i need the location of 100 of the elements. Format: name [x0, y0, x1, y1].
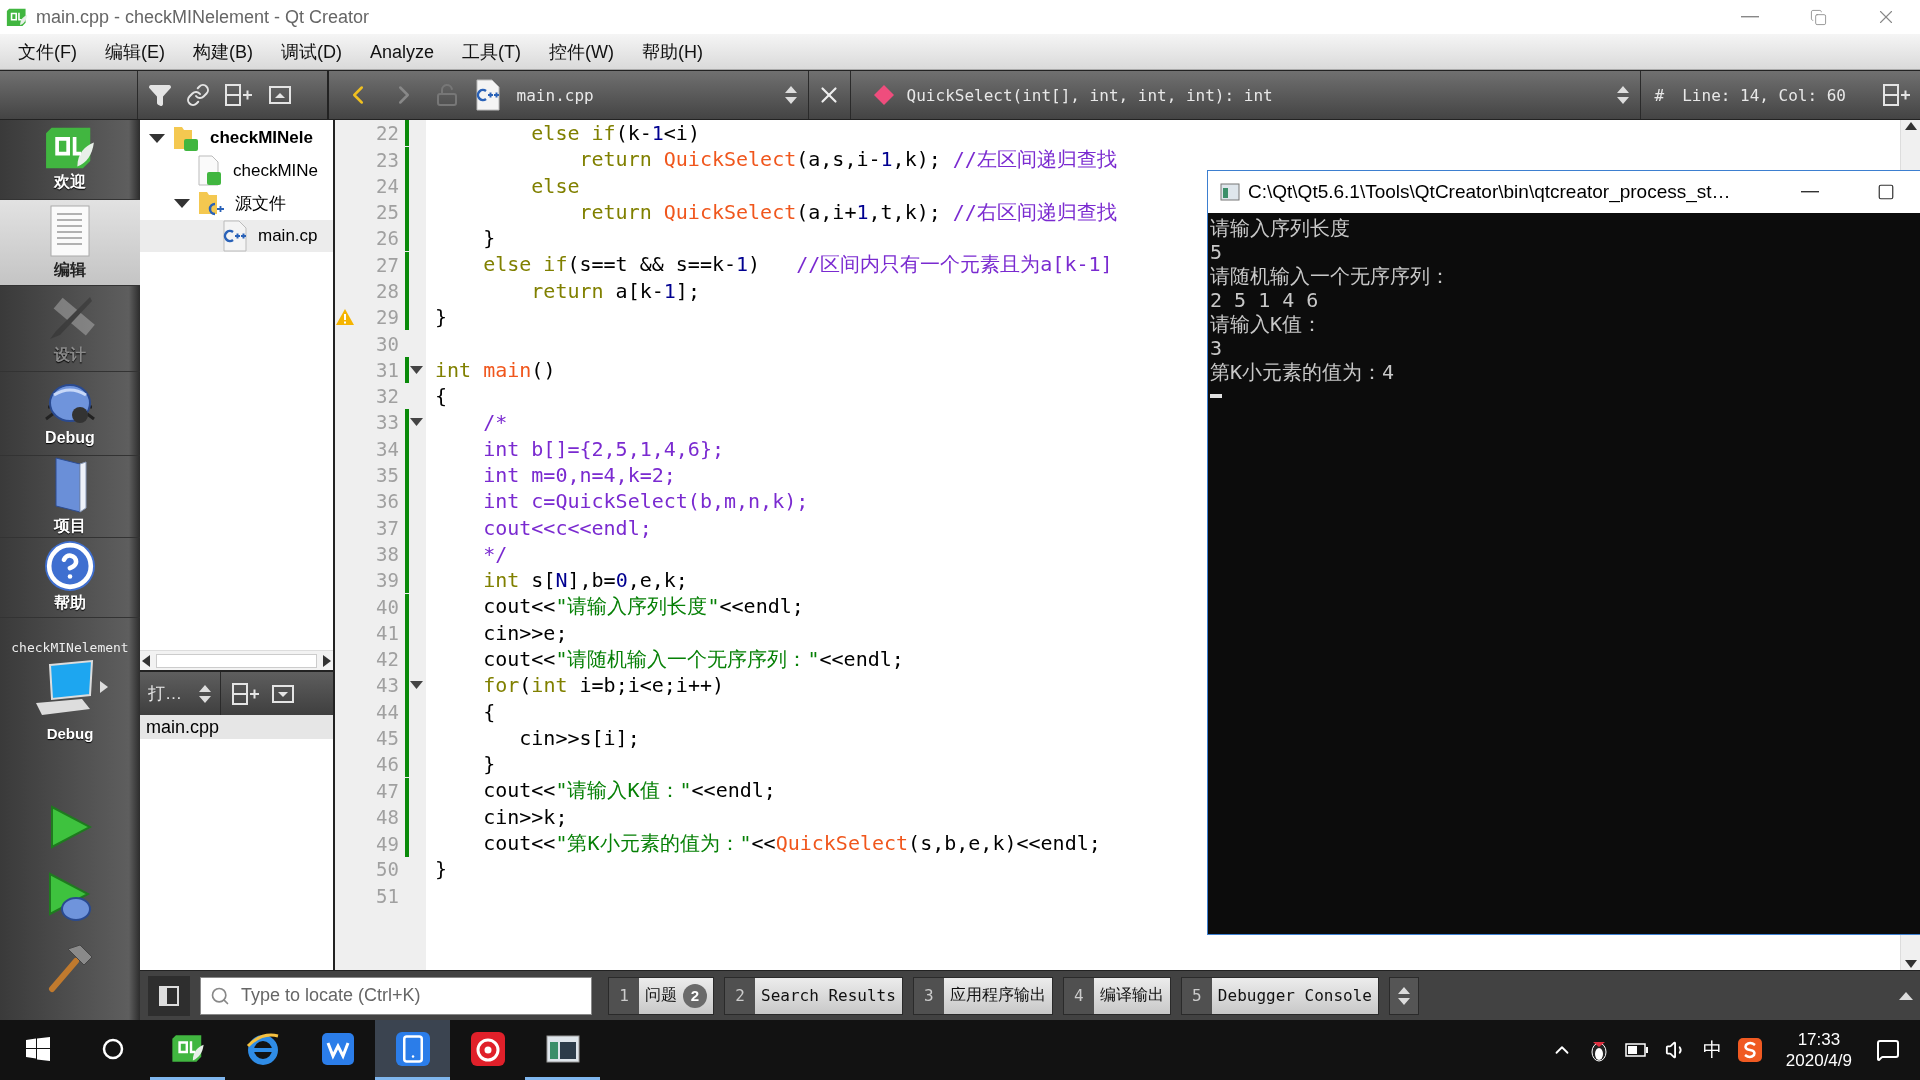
code-line: int b[]={2,5,1,4,6}; [482, 436, 724, 461]
split-icon[interactable] [1882, 83, 1912, 107]
mode-button[interactable]: 编辑 [0, 200, 140, 286]
code-line: int s[N],b=0,e,k; [482, 568, 688, 593]
split-icon[interactable] [231, 681, 261, 706]
line-number: 35 [375, 464, 399, 486]
sidebar-toggle-button[interactable] [148, 975, 190, 1016]
tree-item[interactable]: checkMINele [140, 122, 333, 155]
run-icon[interactable] [48, 804, 92, 850]
panel-icon[interactable] [268, 84, 293, 106]
collapse-arrow-icon[interactable] [148, 132, 166, 145]
code-line: else if(k-1<i) [530, 121, 700, 146]
code-line: } [435, 857, 448, 882]
tree-label: 源文件 [235, 192, 286, 215]
tree-item[interactable]: checkMINe [140, 154, 333, 187]
code-line: int c=QuickSelect(b,m,n,k); [482, 489, 809, 514]
line-number: 48 [375, 805, 399, 828]
menu-item[interactable]: 控件(W) [535, 33, 628, 70]
sidebar-icon [159, 985, 179, 1006]
line-number: 47 [375, 779, 399, 802]
line-number: 46 [375, 753, 399, 776]
document-icon [48, 204, 92, 258]
line-number: 33 [375, 411, 399, 434]
input-language[interactable]: 中 [1702, 1037, 1722, 1063]
menu-item[interactable]: 文件(F) [4, 33, 91, 70]
console-line: 3 [1210, 336, 1224, 360]
line-number: 32 [375, 385, 399, 408]
mode-button[interactable]: 帮助 [0, 538, 140, 618]
terminal-window-icon[interactable] [545, 1034, 580, 1063]
menu-item[interactable]: 工具(T) [448, 33, 535, 70]
menu-item[interactable]: 调试(D) [267, 33, 356, 70]
up-down-arrows-icon[interactable] [783, 84, 798, 106]
output-pane-tab[interactable]: 3 应用程序输出 [912, 976, 1053, 1015]
maximize-icon [1877, 183, 1895, 201]
input-method-icon[interactable] [1737, 1038, 1762, 1062]
notification-icon[interactable] [1876, 1038, 1900, 1062]
tree-item[interactable]: 源文件 [140, 187, 333, 220]
output-pane-tab[interactable]: 1 问题 2 [608, 976, 714, 1015]
code-line: cout<<"请随机输入一个无序序列："<<endl; [482, 645, 904, 673]
build-target-button[interactable]: Debug [30, 659, 110, 742]
console-line: 请输入K值： [1210, 312, 1324, 336]
code-line: cin>>k; [482, 804, 568, 829]
up-down-arrows-icon[interactable] [1615, 84, 1630, 106]
mode-button[interactable]: 项目 [0, 456, 140, 538]
fold-arrow-icon[interactable] [409, 680, 424, 691]
fold-arrow-icon[interactable] [409, 417, 424, 428]
code-line: */ [482, 541, 508, 566]
horizontal-scrollbar[interactable] [140, 650, 333, 670]
circle-search-icon[interactable] [100, 1036, 125, 1061]
output-pane-tab[interactable]: 2 Search Results [724, 976, 903, 1015]
console-line: 请随机输入一个无序序列： [1210, 264, 1451, 288]
diamond-icon [872, 84, 895, 106]
file-combo[interactable]: main.cpp [516, 85, 594, 105]
line-number: 50 [375, 858, 399, 881]
menu-item[interactable]: 编辑(E) [91, 33, 179, 70]
phone-app-icon[interactable] [395, 1031, 430, 1066]
menu-item[interactable]: 构建(B) [179, 33, 267, 70]
clock[interactable]: 17:33 2020/4/9 [1785, 1029, 1852, 1071]
dropdown-icon[interactable] [271, 682, 295, 705]
line-number: 37 [375, 516, 399, 539]
code-line: cout<<"请输入序列长度"<<endl; [482, 593, 804, 621]
split-icon[interactable] [224, 83, 255, 107]
line-number: 30 [375, 332, 399, 355]
link-icon[interactable] [186, 83, 211, 107]
console-line: 请输入序列长度 [1210, 216, 1351, 240]
more-panes-button[interactable] [1389, 976, 1419, 1015]
tree-label: checkMINe [233, 160, 319, 181]
symbol-combo[interactable]: QuickSelect(int[], int, int, int): int [906, 85, 1273, 105]
tree-item[interactable]: main.cp [140, 219, 333, 252]
filter-icon[interactable] [148, 83, 173, 107]
code-line: else if(s==t && s==k-1) //区间内只有一个元素且为a[k-1] [482, 251, 1113, 279]
collapse-arrow-icon[interactable] [173, 197, 191, 210]
code-line: int m=0,n=4,k=2; [482, 463, 676, 487]
mode-button[interactable]: 欢迎 [0, 120, 140, 200]
code-line: } [435, 305, 448, 330]
scroll-right-icon[interactable] [321, 653, 333, 668]
writer-app-icon[interactable] [321, 1032, 354, 1065]
code-line: return a[k-1]; [530, 278, 700, 303]
console-line: 第K小元素的值为：4 [1210, 360, 1396, 384]
console-line: 2 5 1 4 6 [1210, 288, 1320, 312]
locator-field[interactable]: Type to locate (Ctrl+K) [200, 976, 592, 1015]
browser-icon[interactable] [245, 1031, 280, 1066]
debug-run-icon[interactable] [46, 871, 94, 923]
code-line: { [435, 384, 448, 409]
battery-icon[interactable] [1624, 1043, 1649, 1057]
taskbar-button[interactable] [375, 1020, 450, 1080]
line-number: 45 [375, 726, 399, 749]
output-pane-tab[interactable]: 5 Debugger Console [1180, 976, 1379, 1015]
cursor-position: Line: 14, Col: 60 [1682, 85, 1846, 105]
line-number: 26 [375, 227, 399, 250]
start-icon[interactable] [25, 1036, 50, 1061]
mode-button[interactable]: Debug [0, 372, 140, 456]
console-title: C:\Qt\Qt5.6.1\Tools\QtCreator\bin\qtcreator_process_st… [1248, 181, 1732, 203]
line-number: 27 [375, 254, 399, 276]
music-app-icon[interactable] [470, 1031, 505, 1066]
open-document-item[interactable]: main.cpp [140, 715, 333, 739]
output-pane-tab[interactable]: 4 编译输出 [1062, 976, 1171, 1015]
menu-item[interactable]: Analyze [356, 33, 449, 70]
menu-item[interactable]: 帮助(H) [628, 33, 717, 70]
fold-arrow-icon[interactable] [409, 364, 424, 375]
